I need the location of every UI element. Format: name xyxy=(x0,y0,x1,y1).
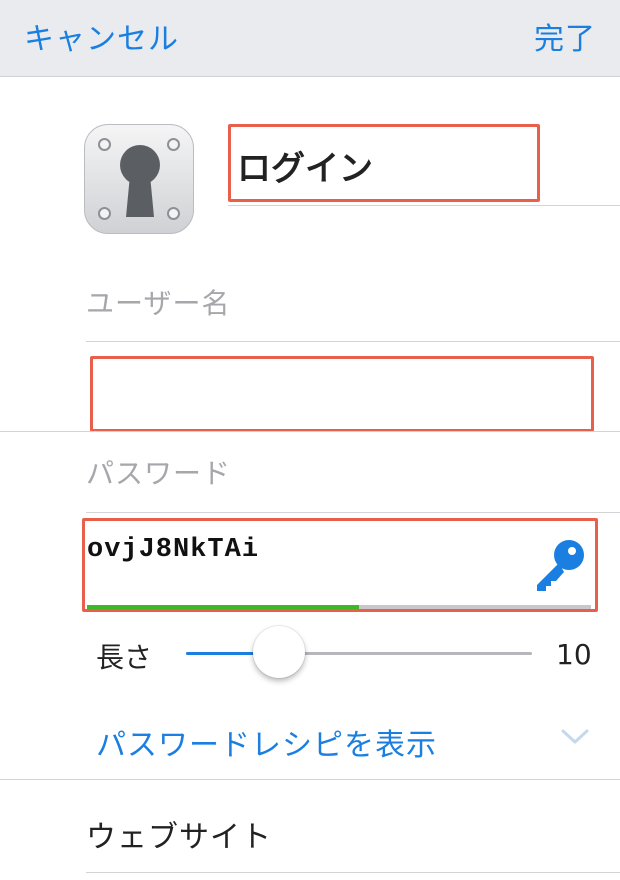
length-label: 長さ xyxy=(96,641,153,674)
divider xyxy=(86,872,620,873)
divider xyxy=(86,341,620,342)
title-field[interactable]: ログイン xyxy=(228,124,540,202)
section-divider xyxy=(0,431,620,432)
chevron-down-icon[interactable] xyxy=(560,726,590,750)
username-label: ユーザー名 xyxy=(86,287,231,320)
done-button[interactable]: 完了 xyxy=(534,14,596,58)
password-strength-meter xyxy=(87,605,591,609)
length-slider-track[interactable] xyxy=(186,652,532,655)
show-password-recipe-link[interactable]: パスワードレシピを表示 xyxy=(96,720,437,764)
password-field[interactable]: ovjJ8NkTAi xyxy=(82,518,598,612)
username-input[interactable] xyxy=(97,367,581,419)
password-label: パスワード xyxy=(86,457,232,490)
section-divider xyxy=(0,779,620,780)
website-label[interactable]: ウェブサイト xyxy=(86,812,272,856)
navigation-bar: キャンセル 完了 xyxy=(0,0,620,77)
keyhole-icon xyxy=(84,124,194,234)
divider xyxy=(228,205,620,206)
item-title: ログイン xyxy=(237,149,373,189)
cancel-button[interactable]: キャンセル xyxy=(24,14,179,58)
username-field-box xyxy=(90,356,594,432)
divider xyxy=(86,512,620,513)
length-value: 10 xyxy=(556,638,592,671)
length-slider-thumb[interactable] xyxy=(253,626,306,678)
password-value[interactable]: ovjJ8NkTAi xyxy=(87,535,259,565)
key-icon[interactable] xyxy=(531,537,587,597)
password-strength-fill xyxy=(87,605,360,609)
